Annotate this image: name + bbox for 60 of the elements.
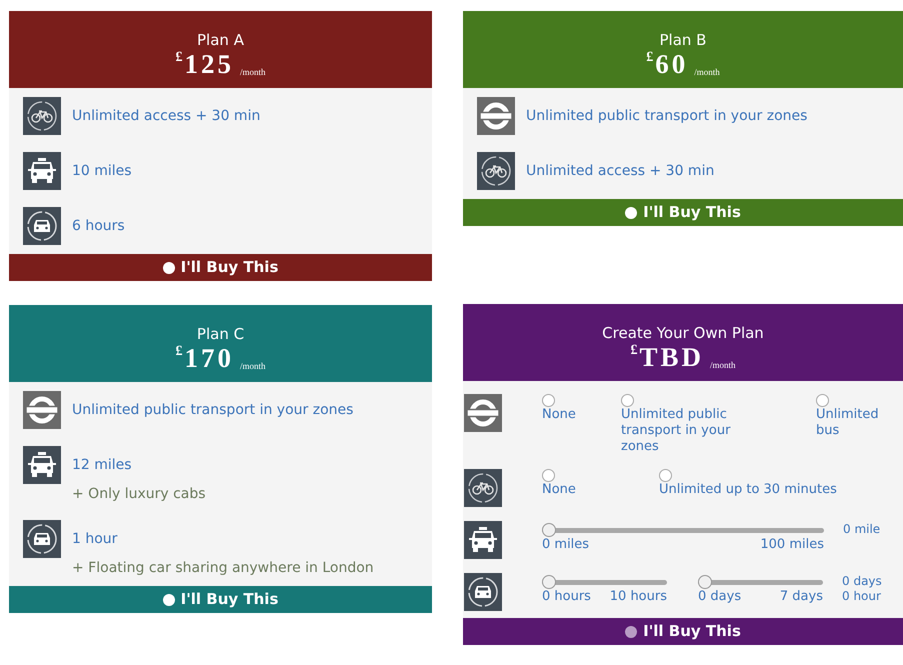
- slider-reading: 0 mile: [843, 522, 880, 537]
- feature-text: 12 miles: [72, 456, 133, 474]
- roundel-icon: [477, 97, 515, 135]
- feature-note: + Floating car sharing anywhere in London: [72, 559, 374, 577]
- slider-max-label: 7 days: [780, 589, 823, 605]
- option-label: Unlimited up to 30 minutes: [659, 482, 837, 498]
- slider-thumb[interactable]: [698, 575, 712, 589]
- slider-min-label: 0 miles: [542, 537, 590, 553]
- plan-price: 60: [655, 51, 688, 78]
- feature-text: Unlimited access + 30 min: [526, 162, 714, 180]
- slider-thumb[interactable]: [542, 575, 556, 589]
- slider-min-label: 0 days: [698, 589, 742, 605]
- plan-title: Create Your Own Plan: [602, 324, 764, 342]
- price-period: /month: [240, 68, 266, 77]
- feature-text: 1 hour: [72, 530, 118, 548]
- feature-text: Unlimited public transport in your zones: [72, 401, 354, 419]
- car-sharing-icon: [23, 520, 61, 558]
- plan-price: 170: [184, 345, 234, 372]
- bicycle-icon: [23, 97, 61, 135]
- price-period: /month: [240, 362, 266, 371]
- slider-reading: 0 hour: [842, 589, 882, 604]
- feature-note: + Only luxury cabs: [72, 485, 206, 503]
- buy-button[interactable]: I'll Buy This: [9, 586, 432, 613]
- price-period: /month: [694, 68, 720, 77]
- roundel-icon: [23, 391, 61, 429]
- feature-text: Unlimited access + 30 min: [72, 107, 260, 125]
- plan-title: Plan B: [660, 31, 706, 49]
- buy-button[interactable]: I'll Buy This: [463, 199, 903, 226]
- radio-button[interactable]: [621, 394, 634, 407]
- feature-text: Unlimited public transport in your zones: [526, 107, 808, 125]
- option-label: Unlimited public transport in your zones: [621, 407, 732, 455]
- buy-button[interactable]: I'll Buy This: [9, 254, 432, 281]
- feature-text: 6 hours: [72, 217, 125, 235]
- currency-symbol: £: [175, 345, 182, 359]
- currency-symbol: £: [630, 344, 638, 358]
- option-label: None: [542, 407, 576, 423]
- taxi-icon: [23, 152, 61, 190]
- radio-button[interactable]: [542, 469, 555, 482]
- currency-symbol: £: [646, 51, 654, 65]
- slider-min-label: 0 hours: [542, 589, 591, 605]
- radio-button[interactable]: [542, 394, 555, 407]
- slider-reading: 0 days: [842, 574, 882, 589]
- car-sharing-icon: [23, 207, 61, 245]
- plan-price: TBD: [639, 344, 704, 371]
- plan-title: Plan C: [196, 325, 244, 343]
- radio-button[interactable]: [659, 469, 672, 482]
- slider-max-label: 100 miles: [760, 537, 824, 553]
- taxi-icon: [23, 446, 61, 484]
- option-label: None: [542, 482, 576, 498]
- radio-button[interactable]: [816, 394, 829, 407]
- slider-thumb[interactable]: [542, 523, 556, 537]
- currency-symbol: £: [175, 51, 182, 65]
- slider-max-label: 10 hours: [610, 589, 667, 605]
- feature-text: 10 miles: [72, 162, 132, 180]
- option-label: Unlimited bus: [816, 407, 880, 439]
- price-period: /month: [710, 361, 736, 370]
- plan-price: 125: [184, 51, 234, 78]
- bicycle-icon: [477, 152, 515, 190]
- plan-title: Plan A: [197, 31, 244, 49]
- bicycle-icon: [464, 469, 502, 507]
